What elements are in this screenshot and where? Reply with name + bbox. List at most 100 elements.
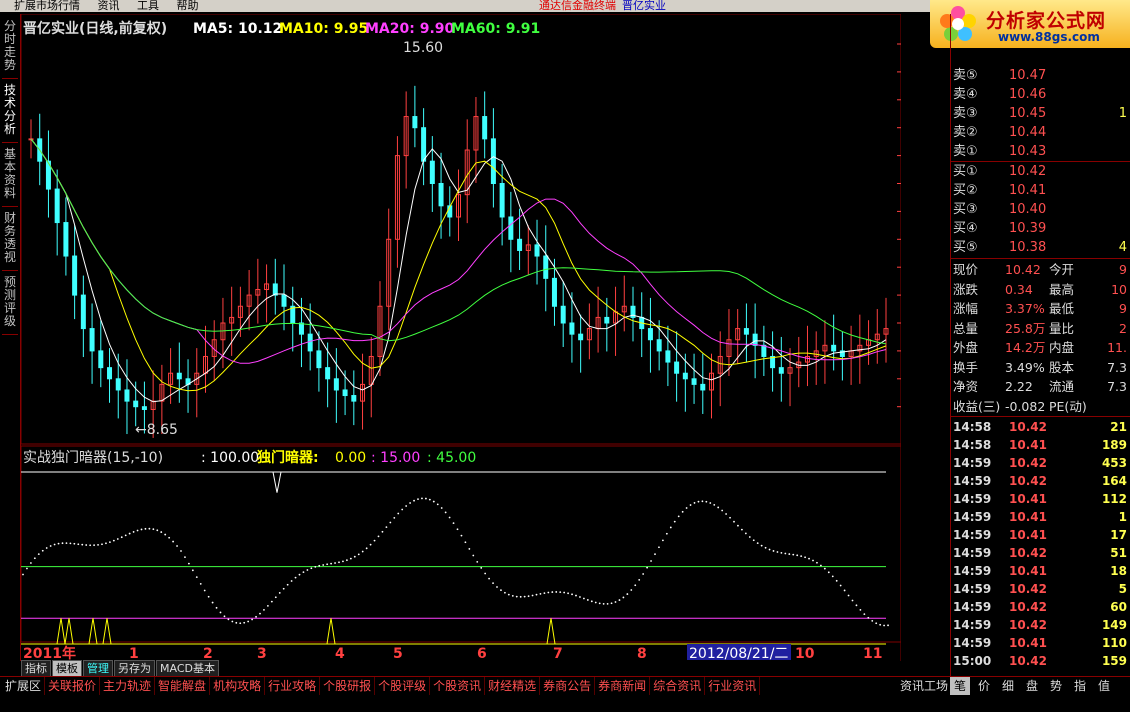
tick-row[interactable]: 14:59 10.42 453 <box>953 454 1129 472</box>
footer-right-tab[interactable]: 值 <box>1094 677 1114 695</box>
footer-tab[interactable]: 个股评级 <box>375 677 431 695</box>
buy-row[interactable]: 买② 10.41 <box>953 181 1129 200</box>
oscillator-dot <box>243 621 246 624</box>
tick-row[interactable]: 14:59 10.42 60 <box>953 598 1129 616</box>
tick-row[interactable]: 14:59 10.42 149 <box>953 616 1129 634</box>
footer-right-tab[interactable]: 笔 <box>950 677 971 695</box>
side-tab-technical[interactable]: 技术分析 <box>2 84 18 143</box>
quote-row[interactable]: 收益(三) -0.082 PE(动) <box>953 397 1129 416</box>
tick-row[interactable]: 14:59 10.42 51 <box>953 544 1129 562</box>
menu-item-market[interactable]: 扩展市场行情 <box>14 0 80 12</box>
quote-row[interactable]: 外盘 14.2万 内盘 11. <box>953 338 1129 357</box>
menu-item-help[interactable]: 帮助 <box>177 0 199 12</box>
buy-row[interactable]: 买③ 10.40 <box>953 200 1129 219</box>
sell-row[interactable]: 卖⑤ 10.47 <box>953 66 1129 85</box>
oscillator-dot <box>421 497 423 500</box>
tab-macd[interactable]: MACD基本 <box>156 660 219 677</box>
stock-title: 晋亿实业 <box>622 0 666 12</box>
tab-save-as[interactable]: 另存为 <box>114 660 155 677</box>
footer-right-tab[interactable]: 细 <box>998 677 1018 695</box>
quote-row[interactable]: 换手 3.49% 股本 7.3 <box>953 358 1129 377</box>
footer-right-tab[interactable]: 资讯工场 <box>896 677 952 695</box>
kline-candle <box>176 372 182 380</box>
oscillator-dot <box>669 526 672 529</box>
tick-price: 10.42 <box>1009 618 1047 632</box>
tick-row[interactable]: 14:59 10.41 17 <box>953 526 1129 544</box>
footer-tab[interactable]: 智能解盘 <box>155 677 211 695</box>
sell-row[interactable]: 卖④ 10.46 <box>953 85 1129 104</box>
side-tab-financials[interactable]: 财务透视 <box>2 212 18 271</box>
time-axis-label: 1 <box>129 646 139 661</box>
tick-row[interactable]: 14:59 10.41 112 <box>953 490 1129 508</box>
quote-row[interactable]: 涨幅 3.37% 最低 9 <box>953 299 1129 318</box>
tick-row[interactable]: 14:59 10.41 1 <box>953 508 1129 526</box>
tab-indicator[interactable]: 指标 <box>21 660 51 677</box>
oscillator-dot <box>156 529 159 532</box>
footer-right-tab[interactable]: 价 <box>974 677 994 695</box>
footer-tab[interactable]: 机构攻略 <box>210 677 266 695</box>
sell-row[interactable]: 卖② 10.44 <box>953 123 1129 142</box>
oscillator-dot <box>409 502 411 504</box>
quote-row[interactable]: 现价 10.42 今开 9 <box>953 260 1129 279</box>
oscillator-dot <box>97 543 99 546</box>
side-tab-fundamentals[interactable]: 基本资料 <box>2 148 18 207</box>
footer-tab[interactable]: 个股资讯 <box>430 677 486 695</box>
oscillator-dot <box>804 556 806 559</box>
footer-tab[interactable]: 关联报价 <box>45 677 101 695</box>
footer-tab[interactable]: 综合资讯 <box>650 677 706 695</box>
side-tab-forecast[interactable]: 预测评级 <box>2 276 18 335</box>
tick-row[interactable]: 14:59 10.41 110 <box>953 634 1129 652</box>
oscillator-dot <box>357 553 360 556</box>
footer-tab[interactable]: 券商新闻 <box>595 677 651 695</box>
tab-manage[interactable]: 管理 <box>83 660 113 677</box>
side-tab-intraday[interactable]: 分时走势 <box>2 20 18 79</box>
sell-row[interactable]: 卖③ 10.45 1 <box>953 104 1129 123</box>
footer-right-tab[interactable]: 盘 <box>1022 677 1042 695</box>
oscillator-dot <box>500 589 502 592</box>
chart-area[interactable]: 晋亿实业(日线,前复权) MA5: 10.12 MA10: 9.95 MA20: 9.… <box>20 13 947 662</box>
oscillator-dot <box>61 542 64 545</box>
quote-panel: 卖⑤ 10.47 卖④ 10.46 卖③ 10.45 1 卖② 10.44 卖① 10.43 买① 10… <box>950 14 1130 676</box>
quote-row[interactable]: 总量 25.8万 量比 2 <box>953 319 1129 338</box>
oscillator-dot <box>575 594 577 597</box>
footer-tab[interactable]: 主力轨迹 <box>100 677 156 695</box>
tick-row[interactable]: 14:59 10.42 5 <box>953 580 1129 598</box>
sell-row[interactable]: 卖① 10.43 <box>953 142 1129 161</box>
oscillator-dot <box>539 592 542 595</box>
buy-row[interactable]: 买⑤ 10.38 4 <box>953 238 1129 257</box>
buy-row[interactable]: 买① 10.42 <box>953 162 1129 181</box>
tick-row[interactable]: 14:59 10.41 18 <box>953 562 1129 580</box>
buy-price: 10.41 <box>1009 183 1047 198</box>
tick-row[interactable]: 14:58 10.42 21 <box>953 418 1129 436</box>
tick-row[interactable]: 14:59 10.42 164 <box>953 472 1129 490</box>
footer-tab[interactable]: 个股研报 <box>320 677 376 695</box>
oscillator-dot <box>511 594 514 597</box>
sell-label: 卖① <box>953 144 978 159</box>
kline-chart[interactable]: 晋亿实业(日线,前复权) MA5: 10.12MA10: 9.95MA20: 9.… <box>20 13 947 662</box>
footer-right-tab[interactable]: 势 <box>1046 677 1066 695</box>
footer-tab[interactable]: 财经精选 <box>485 677 541 695</box>
quote-row[interactable]: 净资 2.22 流通 7.3 <box>953 377 1129 396</box>
oscillator-dot <box>322 564 325 566</box>
tab-template[interactable]: 模板 <box>52 660 82 677</box>
tick-time: 14:59 <box>953 510 992 524</box>
tick-row[interactable]: 14:58 10.41 189 <box>953 436 1129 454</box>
quote-label: 外盘 <box>953 340 979 355</box>
tick-volume: 110 <box>1101 636 1127 650</box>
footer-right-tab[interactable]: 指 <box>1070 677 1090 695</box>
menu-item-tools[interactable]: 工具 <box>137 0 159 12</box>
footer-tab[interactable]: 行业资讯 <box>705 677 761 695</box>
tick-time: 14:58 <box>953 438 992 452</box>
footer-tab[interactable]: 扩展区 <box>2 677 46 695</box>
oscillator-dot <box>618 599 621 601</box>
oscillator-dot <box>353 555 356 558</box>
sell-label: 卖⑤ <box>953 68 978 83</box>
tick-row[interactable]: 15:00 10.42 159 <box>953 652 1129 670</box>
footer-tab[interactable]: 券商公告 <box>540 677 596 695</box>
kline-candle <box>333 378 339 391</box>
buy-row[interactable]: 买④ 10.39 <box>953 219 1129 238</box>
quote-row[interactable]: 涨跌 0.34 最高 10 <box>953 280 1129 299</box>
oscillator-dot <box>827 571 830 574</box>
footer-tab[interactable]: 行业攻略 <box>265 677 321 695</box>
menu-item-news[interactable]: 资讯 <box>98 0 120 12</box>
